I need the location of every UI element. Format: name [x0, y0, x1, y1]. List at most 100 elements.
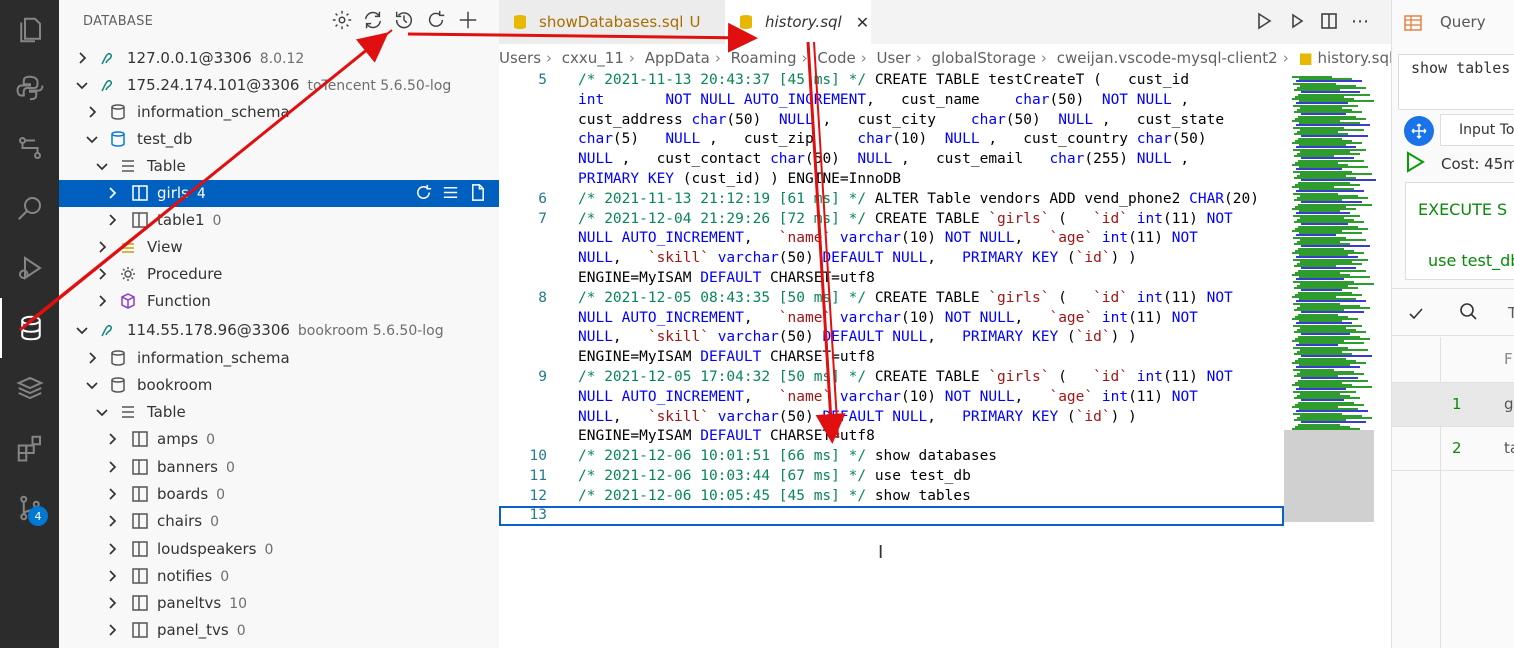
chevron-right-icon — [105, 542, 119, 556]
new-file-icon[interactable] — [468, 183, 487, 206]
table-row[interactable]: notifies 0 — [59, 563, 499, 590]
query-title: Query — [1440, 13, 1486, 31]
chevron-down-icon — [85, 378, 99, 392]
python-icon[interactable] — [0, 58, 59, 118]
schema-label: bookroom — [137, 376, 213, 394]
column-header: F — [1504, 350, 1513, 368]
group-label: Function — [147, 292, 211, 310]
code-line: cust_address char(50) NULL , cust_city c… — [578, 111, 1225, 128]
table-row[interactable]: amps 0 — [59, 426, 499, 453]
table-count: 0 — [210, 514, 220, 530]
source-control-icon[interactable] — [0, 478, 59, 538]
play-icon[interactable] — [1404, 150, 1426, 174]
connection-row[interactable]: 114.55.178.96@3306 bookroom 5.6.50-log — [59, 317, 499, 344]
breadcrumb-item[interactable]: Roaming — [731, 49, 797, 67]
result-row[interactable]: 2 ta — [1392, 427, 1514, 470]
explorer-icon[interactable] — [0, 0, 59, 60]
more-actions-icon[interactable]: ⋯ — [1351, 11, 1373, 33]
table-row[interactable]: paneltvs 10 — [59, 590, 499, 617]
query-sql[interactable]: show tables — [1398, 54, 1514, 110]
list-icon — [119, 157, 137, 175]
result-row-selected[interactable]: 1 gi — [1392, 383, 1514, 426]
check-icon[interactable] — [1408, 307, 1424, 321]
table-count: 0 — [220, 569, 230, 585]
code-line: ENGINE=MyISAM DEFAULT CHARSET=utf8 — [578, 349, 875, 366]
run-query-icon[interactable] — [1254, 11, 1276, 33]
table-row-selected[interactable]: girls 4 — [59, 180, 499, 207]
tab-history[interactable]: history.sql ✕ — [725, 0, 871, 44]
table-row[interactable]: table1 0 — [59, 207, 499, 234]
chevron-right-icon — [105, 623, 119, 637]
list-view-icon[interactable] — [441, 183, 460, 206]
add-connection-icon[interactable] — [457, 9, 481, 33]
search-icon[interactable] — [1458, 301, 1478, 321]
refresh-icon[interactable] — [362, 9, 386, 33]
code-line: NULL AUTO_INCREMENT, `name` varchar(10) … — [578, 388, 1198, 405]
function-group-row[interactable]: Function — [59, 288, 499, 315]
procedure-group-row[interactable]: Procedure — [59, 261, 499, 288]
code-line: /* 2021-11-13 21:12:19 [61 ms] */ ALTER … — [578, 190, 1259, 207]
breadcrumb-item[interactable]: Users — [499, 49, 541, 67]
breadcrumb-item[interactable]: cweijan.vscode-mysql-client2 — [1057, 49, 1278, 67]
minimap-slider[interactable] — [1284, 430, 1374, 522]
extensions-icon[interactable] — [0, 418, 59, 478]
connection-row[interactable]: 175.24.174.101@3306 toTencent 5.6.50-log — [59, 72, 499, 99]
table-group-row[interactable]: Table — [59, 153, 499, 180]
breadcrumb-item[interactable]: globalStorage — [931, 49, 1035, 67]
split-editor-icon[interactable] — [1319, 11, 1341, 33]
breadcrumb-item[interactable]: AppData — [645, 49, 710, 67]
table-row[interactable]: loudspeakers 0 — [59, 536, 499, 563]
database-file-icon — [740, 15, 752, 29]
refresh-icon[interactable] — [414, 183, 433, 206]
run-debug-icon[interactable] — [0, 238, 59, 298]
line-number: 8 — [538, 289, 547, 306]
chevron-down-icon — [85, 132, 99, 146]
chevron-down-icon — [75, 323, 89, 337]
code-line: ENGINE=MyISAM DEFAULT CHARSET=utf8 — [578, 270, 875, 286]
view-group-row[interactable]: View — [59, 234, 499, 261]
search-icon[interactable] — [0, 178, 59, 238]
connection-row[interactable]: 127.0.0.1@3306 8.0.12 — [59, 45, 499, 72]
table-row[interactable]: chairs 0 — [59, 508, 499, 535]
breadcrumb-item[interactable]: Code — [817, 49, 855, 67]
breadcrumb-item[interactable]: User — [877, 49, 911, 67]
reload-icon[interactable] — [425, 9, 449, 33]
code-editor[interactable]: 5 6 7 8 9 10 11 12 13 /* 2021-11-13 20:43:37 [45… — [499, 72, 1284, 648]
chevron-down-icon — [95, 405, 109, 419]
breadcrumb-item[interactable]: cxxu_11 — [562, 49, 624, 67]
move-icon[interactable] — [1404, 116, 1434, 146]
toolbar-text: T — [1508, 304, 1514, 322]
history-icon[interactable] — [393, 9, 417, 33]
row-number: 1 — [1452, 395, 1462, 413]
redis-icon[interactable] — [0, 358, 59, 418]
table-count: 0 — [264, 542, 274, 558]
input-to-button[interactable]: Input To — [1440, 114, 1514, 146]
code-line: /* 2021-12-04 21:29:26 [72 ms] */ CREATE… — [578, 210, 1233, 227]
database-icon[interactable] — [0, 298, 59, 358]
connection-label: 127.0.0.1@3306 — [127, 49, 252, 67]
line-number: 6 — [538, 190, 547, 207]
connection-icon — [99, 49, 117, 67]
table-label: chairs — [157, 512, 203, 530]
tab-status: U — [689, 13, 701, 31]
schema-row[interactable]: information_schema — [59, 99, 499, 126]
code-line: char(5) NULL , cust_zip char(10) NULL , … — [578, 131, 1207, 148]
connection-icon — [99, 321, 117, 339]
table-icon — [131, 621, 149, 639]
schema-row[interactable]: test_db — [59, 126, 499, 153]
source-graph-icon[interactable] — [0, 118, 59, 178]
schema-row[interactable]: bookroom — [59, 372, 499, 399]
run-icon[interactable] — [1287, 11, 1309, 33]
tab-showdatabases[interactable]: showDatabases.sql U — [499, 0, 725, 44]
table-row[interactable]: banners 0 — [59, 454, 499, 481]
schema-row[interactable]: information_schema — [59, 345, 499, 372]
table-row[interactable]: boards 0 — [59, 481, 499, 508]
code-line: NULL AUTO_INCREMENT, `name` varchar(10) … — [578, 309, 1198, 326]
result-toolbar: T — [1392, 288, 1514, 336]
close-icon[interactable]: ✕ — [856, 13, 869, 32]
connection-version: 8.0.12 — [259, 51, 305, 67]
settings-icon[interactable] — [331, 9, 355, 33]
table-group-row[interactable]: Table — [59, 399, 499, 426]
table-row[interactable]: panel_tvs 0 — [59, 617, 499, 644]
breadcrumb-item[interactable]: history.sql — [1317, 49, 1391, 67]
